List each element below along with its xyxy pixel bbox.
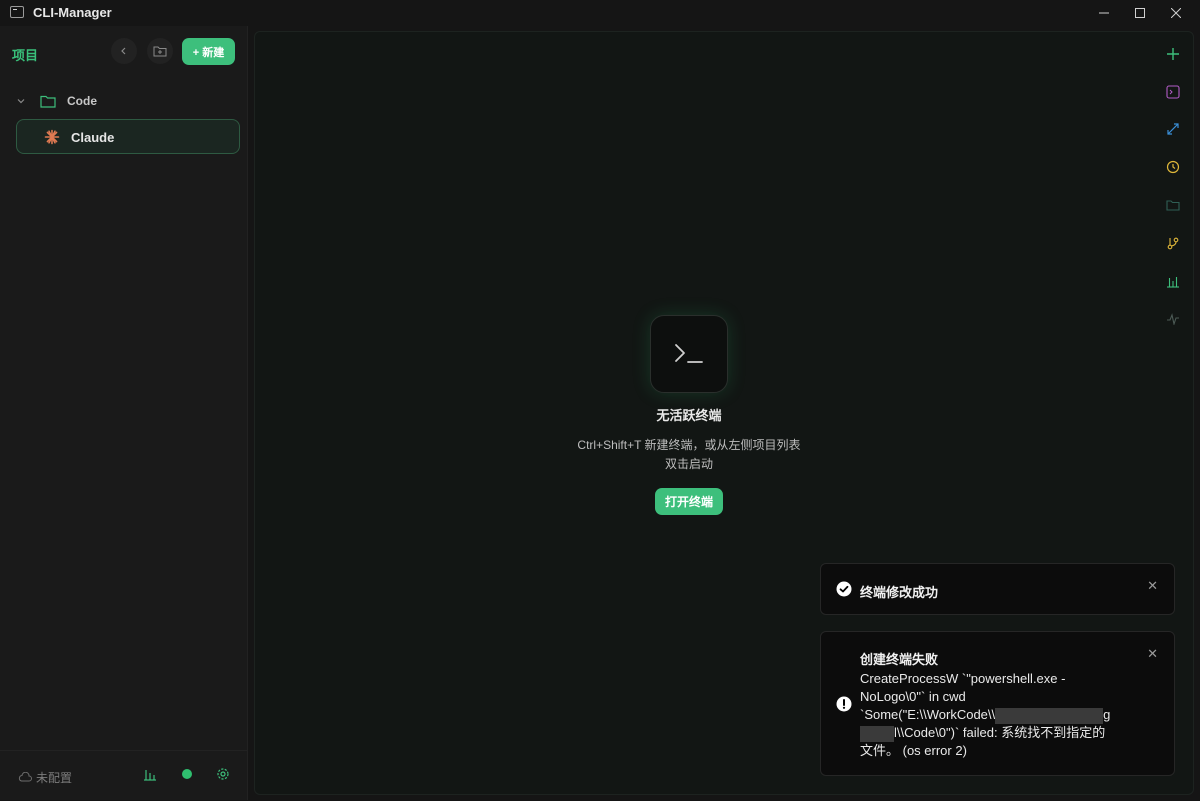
empty-desc-line1: Ctrl+Shift+T 新建终端，或从左侧项目列表 [577,438,801,452]
error-line: CreateProcessW `"powershell.exe - [860,671,1066,686]
chevron-down-icon[interactable] [16,96,26,109]
maximize-icon [1135,8,1145,18]
gear-icon [217,768,229,780]
error-text: l\\Code\0")` failed: 系统找不到指定的 [894,725,1106,740]
status-dot-button[interactable] [179,766,195,782]
sidebar-item-claude[interactable]: Claude [16,119,240,154]
success-toast: 终端修改成功 ✕ [820,563,1175,615]
error-toast: 创建终端失败 CreateProcessW `"powershell.exe -… [820,631,1175,776]
folder-plus-icon [153,46,167,57]
redacted-block [995,707,1104,724]
error-line: `Some("E:\\WorkCode\\ g [860,706,1130,724]
history-icon [1166,160,1180,174]
add-terminal-button[interactable] [1165,46,1181,62]
sidebar-item-label: Claude [71,130,115,145]
claude-icon [44,129,60,150]
chart-button[interactable] [1165,273,1181,289]
error-text: `Some("E:\\WorkCode\\ [860,707,996,722]
project-sidebar: 项目 + 新建 Code Claude 未配置 [0,26,248,800]
sync-status: 未配置 [36,771,73,785]
title-bar: CLI-Manager [0,0,1200,26]
sidebar-title: 项目 [12,48,39,63]
bar-chart-icon [144,769,156,781]
error-text: g [1103,707,1111,722]
error-line: l\\Code\0")` failed: 系统找不到指定的 [860,724,1130,742]
terminal-app-icon [10,6,24,18]
chevron-left-icon [121,47,126,55]
check-circle-icon [836,581,852,602]
minimize-icon [1099,12,1109,14]
status-dot-icon [182,769,192,779]
minimize-button[interactable] [1086,0,1122,26]
collapse-sidebar-button[interactable] [111,38,137,64]
bar-chart-icon [1167,276,1179,288]
folder-button[interactable] [1165,197,1181,213]
redacted-block [860,725,894,742]
terminal-panel-button[interactable] [1165,84,1181,100]
settings-button[interactable] [215,766,231,782]
git-branch-icon [1167,237,1179,250]
new-button[interactable]: + 新建 [182,38,235,65]
error-line: NoLogo\0"` in cwd [860,689,966,704]
maximize-button[interactable] [1122,0,1158,26]
add-folder-button[interactable] [147,38,173,64]
folder-outline-icon [1166,200,1180,211]
sidebar-header: 项目 + 新建 [0,26,247,78]
expand-icon [1167,123,1179,135]
terminal-icon [650,315,728,393]
empty-title: 无活跃终端 [656,408,722,423]
empty-description: Ctrl+Shift+T 新建终端，或从左侧项目列表 双击启动 [255,436,1123,474]
close-button[interactable] [1158,0,1194,26]
right-toolbar [1153,32,1193,332]
folder-icon [40,94,56,113]
sidebar-footer: 未配置 [0,750,247,801]
toast-title: 创建终端失败 [860,652,939,667]
cloud-icon [18,769,32,787]
activity-icon [1167,313,1179,325]
git-button[interactable] [1165,235,1181,251]
folder-code[interactable]: Code [0,88,247,116]
terminal-box-icon [1166,85,1180,99]
window-title: CLI-Manager [33,5,112,20]
alert-circle-icon [836,696,852,717]
error-line: 文件。 (os error 2) [860,743,967,758]
empty-state: 无活跃终端 Ctrl+Shift+T 新建终端，或从左侧项目列表 双击启动 打开… [255,315,1123,515]
empty-desc-line2: 双击启动 [664,457,713,471]
close-toast-icon[interactable]: ✕ [1147,578,1158,594]
close-icon [1171,8,1181,18]
expand-button[interactable] [1165,121,1181,137]
folder-label: Code [67,94,97,108]
stats-button[interactable] [142,766,158,782]
close-toast-icon[interactable]: ✕ [1147,646,1158,662]
toast-title: 终端修改成功 [860,585,939,600]
history-button[interactable] [1165,159,1181,175]
open-terminal-button[interactable]: 打开终端 [655,488,723,515]
plus-icon [1167,48,1179,60]
error-message: CreateProcessW `"powershell.exe - NoLogo… [860,670,1130,760]
activity-button[interactable] [1165,311,1181,327]
